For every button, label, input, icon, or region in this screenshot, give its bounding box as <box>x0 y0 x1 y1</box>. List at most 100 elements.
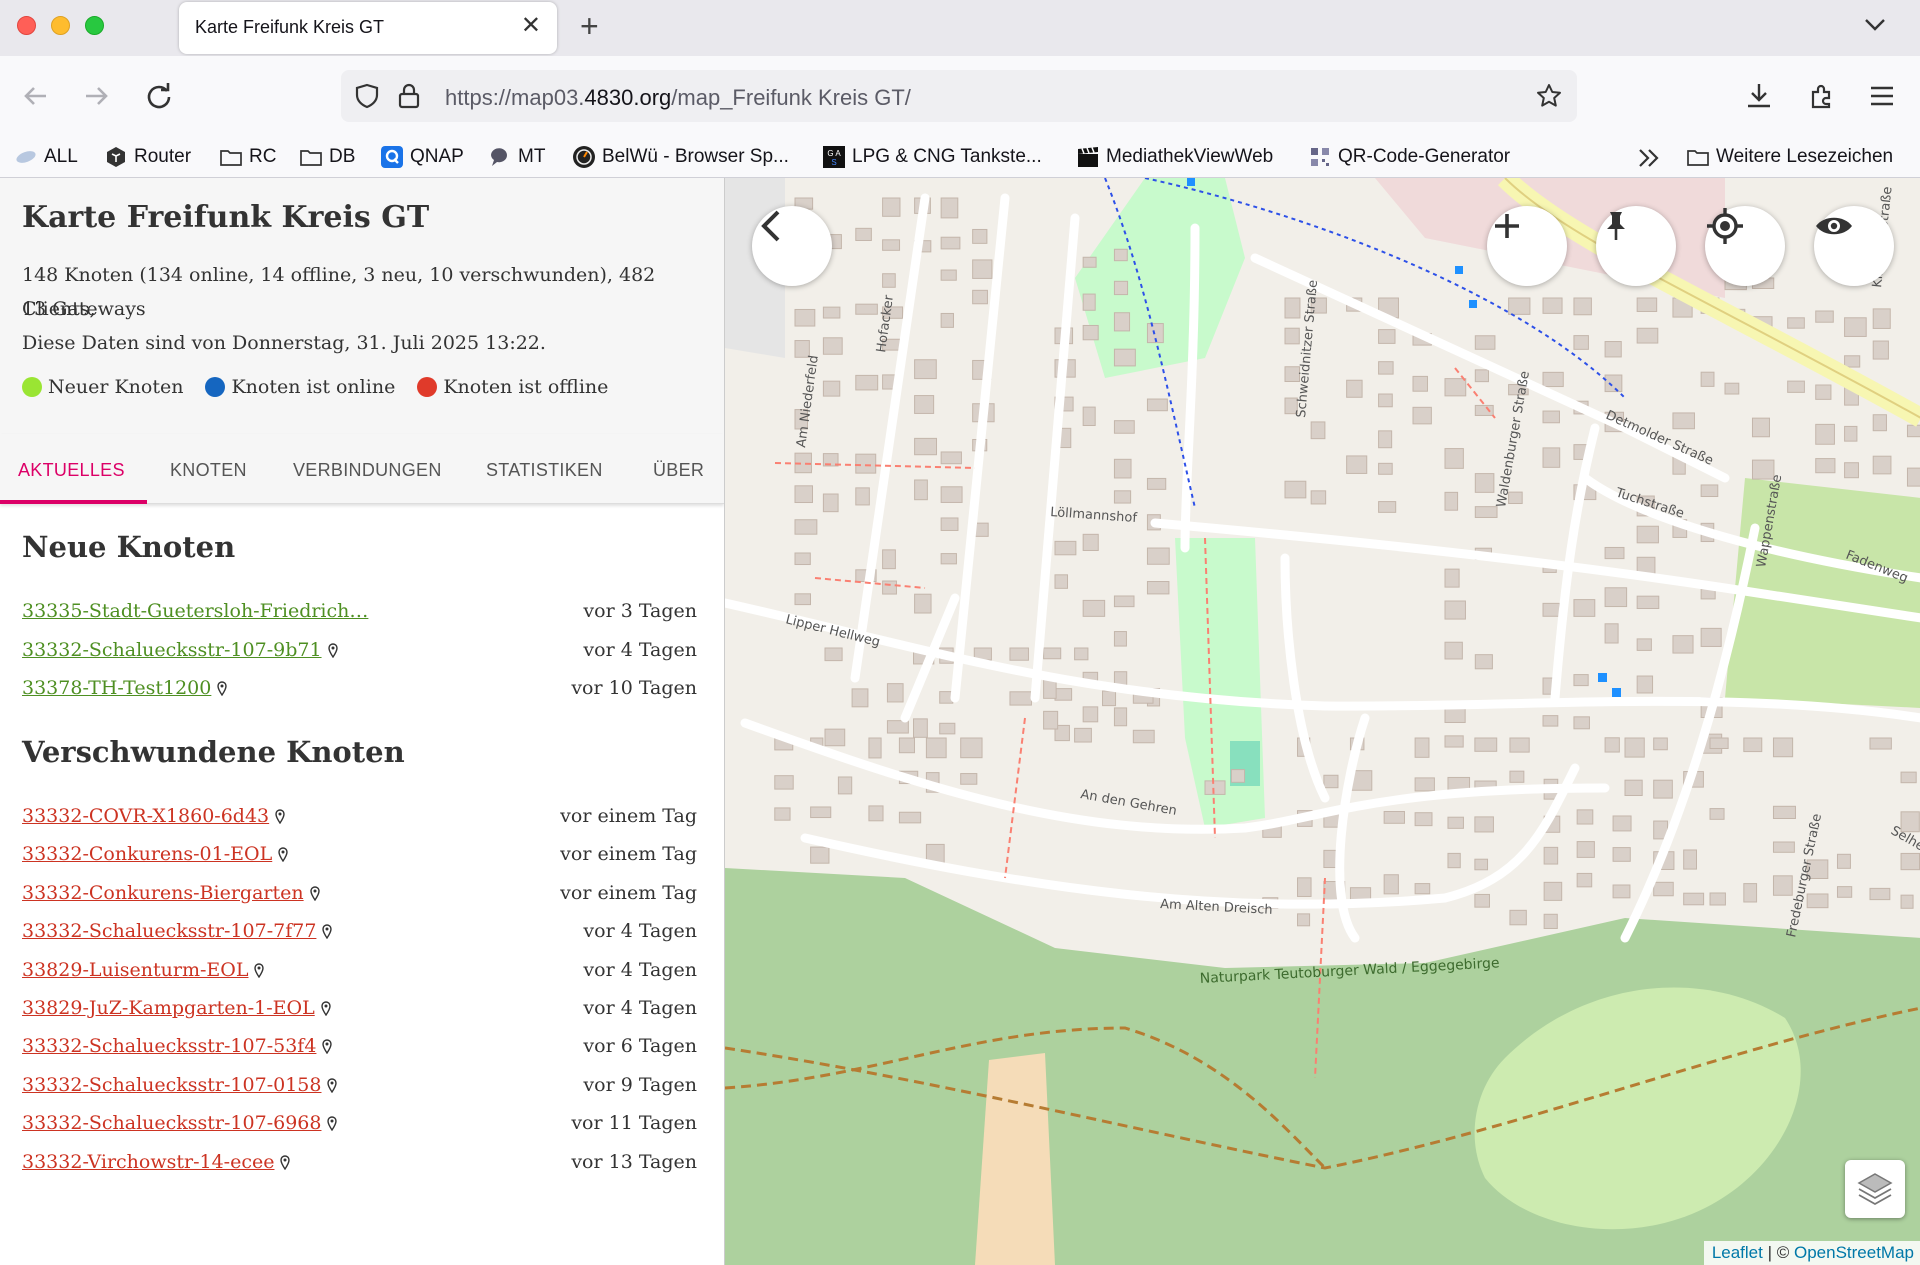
node-age: vor 13 Tagen <box>571 1150 697 1173</box>
minimize-window-button[interactable] <box>51 16 70 35</box>
gas-icon: G AS <box>823 146 845 168</box>
close-window-button[interactable] <box>17 16 36 35</box>
bookmark-mt[interactable]: MT <box>488 142 545 172</box>
close-tab-icon[interactable]: ✕ <box>521 12 541 40</box>
node-link[interactable]: 33332-Schaluecksstr-107-6968 <box>22 1112 321 1134</box>
map-pin-icon[interactable] <box>322 1039 333 1055</box>
folder-icon <box>1687 150 1709 166</box>
node-link[interactable]: 33829-Luisenturm-EOL <box>22 959 248 981</box>
node-link[interactable]: 33378-TH-Test1200 <box>22 677 211 699</box>
star-icon[interactable] <box>1535 82 1563 110</box>
bookmark-label: BelWü - Browser Sp... <box>602 146 789 167</box>
reload-icon[interactable] <box>143 80 175 112</box>
visibility-button[interactable] <box>1814 206 1894 286</box>
bookmark-mediathek[interactable]: MediathekViewWeb <box>1076 142 1273 172</box>
bookmark-all[interactable]: ALL <box>14 142 78 172</box>
bookmarks-bar: ALL Router RC DB QNAP MT BelWü - Browser… <box>0 136 1920 178</box>
active-tab[interactable]: Karte Freifunk Kreis GT ✕ <box>179 2 557 54</box>
map-pin-icon[interactable] <box>217 681 228 696</box>
new-node-row: 33335-Stadt-Guetersloh-Friedrich… vor 3 T… <box>22 596 697 626</box>
tab-verbindungen[interactable]: VERBINDUNGEN <box>293 460 442 481</box>
node-link[interactable]: 33332-Conkurens-Biergarten <box>22 882 304 904</box>
forward-arrow-icon[interactable] <box>80 80 112 112</box>
locate-button[interactable] <box>1705 206 1785 286</box>
new-nodes-heading: Neue Knoten <box>22 530 236 564</box>
bookmark-db[interactable]: DB <box>299 142 355 172</box>
tab-knoten[interactable]: KNOTEN <box>170 460 247 481</box>
tab-statistiken[interactable]: STATISTIKEN <box>486 460 603 481</box>
chevron-double-right-icon[interactable] <box>1636 146 1662 170</box>
pin-button[interactable] <box>1596 206 1676 286</box>
bookmark-rc[interactable]: RC <box>219 142 276 172</box>
collapse-sidebar-button[interactable] <box>752 206 832 286</box>
menu-icon[interactable] <box>1866 80 1898 112</box>
plus-icon <box>1495 214 1519 238</box>
map-pin-icon[interactable] <box>327 642 338 658</box>
legend-label: Knoten ist offline <box>443 376 609 398</box>
node-link[interactable]: 33332-Schaluecksstr-107-9b71 <box>22 639 322 661</box>
tab-ueber[interactable]: ÜBER <box>653 460 704 481</box>
street-label: Waldenburger Straße <box>1494 370 1533 509</box>
zoom-window-button[interactable] <box>85 16 104 35</box>
lock-icon[interactable] <box>397 82 421 110</box>
map-pin-icon[interactable] <box>278 847 288 863</box>
shield-icon[interactable] <box>353 82 381 110</box>
gone-node-row: 33332-Conkurens-01-EOL vor einem Tag <box>22 839 697 869</box>
bookmark-lpg[interactable]: G A S LPG & CNG Tankste... <box>822 142 1042 172</box>
download-icon[interactable] <box>1743 80 1775 112</box>
node-name-cell: 33332-Schaluecksstr-107-53f4 <box>22 1035 333 1057</box>
browser-tab-bar: Karte Freifunk Kreis GT ✕ + <box>0 0 1920 56</box>
legend-dot <box>22 377 42 397</box>
svg-text:S: S <box>831 158 836 167</box>
map[interactable]: Detmolder Straße Schweidnitzer Straße Wa… <box>724 178 1920 1265</box>
leaflet-link[interactable]: Leaflet <box>1712 1243 1763 1262</box>
new-tab-button[interactable]: + <box>580 8 599 44</box>
new-node-row: 33332-Schaluecksstr-107-9b71 vor 4 Tagen <box>22 635 697 665</box>
bookmark-router[interactable]: Router <box>104 142 191 172</box>
node-link[interactable]: 33335-Stadt-Guetersloh-Friedrich… <box>22 600 368 622</box>
layers-button[interactable] <box>1845 1160 1905 1218</box>
node-link[interactable]: 33332-Conkurens-01-EOL <box>22 843 272 865</box>
chevron-left-icon <box>761 210 780 242</box>
extensions-icon[interactable] <box>1805 80 1837 112</box>
tab-aktuelles[interactable]: AKTUELLES <box>18 460 125 481</box>
node-link[interactable]: 33829-JuZ-Kampgarten-1-EOL <box>22 997 315 1019</box>
node-link[interactable]: 33332-Schaluecksstr-107-0158 <box>22 1074 321 1096</box>
map-pin-icon[interactable] <box>275 809 285 824</box>
map-pin-icon[interactable] <box>254 962 265 978</box>
map-pin-icon[interactable] <box>322 924 333 940</box>
bookmark-qr[interactable]: QR-Code-Generator <box>1308 142 1510 172</box>
node-link[interactable]: 33332-Schaluecksstr-107-7f77 <box>22 920 316 942</box>
openstreetmap-link[interactable]: OpenStreetMap <box>1794 1243 1914 1262</box>
bookmark-belwue[interactable]: BelWü - Browser Sp... <box>572 142 789 172</box>
sidebar: Karte Freifunk Kreis GT 148 Knoten (134 … <box>0 178 724 1265</box>
node-link[interactable]: 33332-Schaluecksstr-107-53f4 <box>22 1035 316 1057</box>
other-bookmarks-folder[interactable]: Weitere Lesezeichen <box>1686 142 1893 172</box>
url-text[interactable]: https://map03.4830.org/map_Freifunk Krei… <box>445 85 911 111</box>
bookmark-label: MT <box>518 146 546 167</box>
map-pin-icon[interactable] <box>327 1078 338 1093</box>
new-node-row: 33378-TH-Test1200 vor 10 Tagen <box>22 673 697 703</box>
node-name-cell: 33829-Luisenturm-EOL <box>22 959 265 981</box>
tab-title: Karte Freifunk Kreis GT <box>195 17 385 37</box>
map-pin-icon[interactable] <box>321 1001 331 1016</box>
chevron-down-icon[interactable] <box>1860 10 1890 40</box>
bookmark-qnap[interactable]: QNAP <box>380 142 464 172</box>
street-label: Löllmannshof <box>1050 505 1138 526</box>
legend-dot <box>417 377 438 397</box>
node-link[interactable]: 33332-COVR-X1860-6d43 <box>22 805 269 827</box>
qnap-icon <box>381 146 403 168</box>
node-link[interactable]: 33332-Virchowstr-14-ecee <box>22 1151 274 1173</box>
gone-node-row: 33332-Conkurens-Biergarten vor einem Tag <box>22 878 697 908</box>
map-pin-icon[interactable] <box>280 1154 291 1170</box>
back-arrow-icon[interactable] <box>20 80 52 112</box>
data-timestamp: Diese Daten sind von Donnerstag, 31. Jul… <box>22 332 546 354</box>
bookmark-label: MediathekViewWeb <box>1106 146 1274 167</box>
url-bar[interactable]: https://map03.4830.org/map_Freifunk Krei… <box>341 70 1577 122</box>
map-pin-icon[interactable] <box>327 1116 338 1132</box>
router-icon <box>107 147 125 167</box>
zoom-in-button[interactable] <box>1487 206 1567 286</box>
map-pin-icon[interactable] <box>309 886 320 901</box>
node-name-cell: 33335-Stadt-Guetersloh-Friedrich… <box>22 600 368 622</box>
street-label: An den Gehren <box>1079 787 1178 819</box>
